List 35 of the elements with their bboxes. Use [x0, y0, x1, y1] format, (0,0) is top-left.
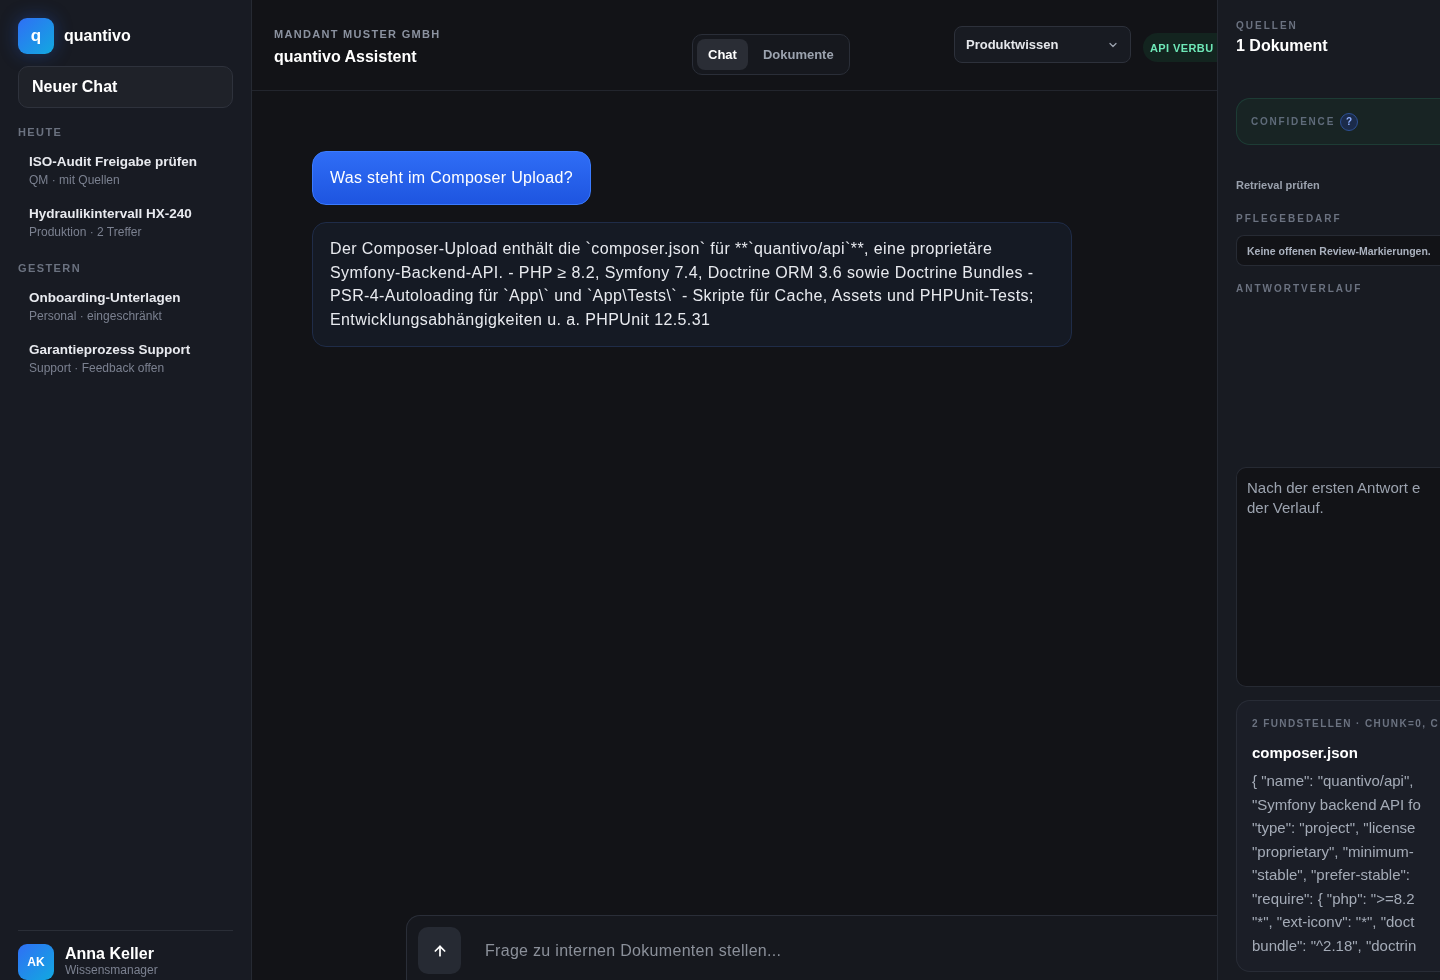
confidence-label: CONFIDENCE: [1251, 116, 1336, 127]
user-avatar: AK: [18, 944, 54, 980]
help-marker[interactable]: ?: [1340, 112, 1359, 131]
section-label: PFLEGEBEDARF: [1236, 213, 1343, 225]
brand-name: quantivo: [64, 27, 131, 45]
section-label: ANTWORTVERLAUF: [1236, 283, 1364, 295]
assistant-title: quantivo Assistent: [274, 47, 418, 67]
retrieval-link[interactable]: Retrieval prüfen: [1236, 179, 1320, 192]
send-button[interactable]: [418, 927, 461, 974]
panel-label: QUELLEN: [1236, 20, 1299, 32]
history-note: Nach der ersten Antwort e der Verlauf.: [1236, 467, 1440, 687]
tenant-name: MANDANT MUSTER GMBH: [274, 28, 442, 41]
tab[interactable]: Dokumente: [751, 39, 845, 70]
message-input[interactable]: Frage zu internen Dokumenten stellen...: [483, 927, 903, 974]
source-snippet: { "name": "quantivo/api", "Symfony backend API fo "type": "project", "license "proprietary", "minimum- "stable", "prefer-stable": "require": { "php": ">=8.2 "*", "ext-iconv": "*", "doct bundle": "^2.18", "doctrin: [1252, 771, 1422, 956]
assistant-message: Der Composer-Upload enthält die `composer.json` für **`quantivo/api`**, eine proprietäre Symfony-Backend-API. - PHP ≥ 8.2, Symfony 7.4, Doctrine ORM 3.6 sowie Doctrine Bundles - PSR-4-Autoloading für `App\` und `App\Tests\` - Skripte für Cache, Assets und PHPUnit-Tests; Entwicklungsabhängigkeiten u. a. PHPUnit 12.5.31: [312, 222, 1072, 347]
source-title: composer.json: [1252, 744, 1359, 762]
chat-history-item[interactable]: Garantieprozess Support Support · Feedback offen: [18, 334, 233, 383]
source-meta: 2 FUNDSTELLEN · CHUNK=0, C: [1252, 718, 1440, 730]
chat-history-item[interactable]: Onboarding-Unterlagen Personal · eingeschränkt: [18, 282, 233, 331]
user-role: Wissensmanager: [65, 963, 158, 978]
user-message: Was steht im Composer Upload?: [312, 151, 591, 205]
chat-history-item[interactable]: Hydraulikintervall HX-240 Produktion · 2 Treffer: [18, 198, 233, 247]
message-field[interactable]: Frage zu internen Dokumenten stellen...: [406, 915, 1217, 980]
brand-logo: q: [18, 18, 54, 54]
document-count: 1 Dokument: [1236, 36, 1329, 56]
knowledge-select[interactable]: Produktwissen: [954, 26, 1131, 63]
section-label: HEUTE: [18, 126, 64, 138]
chat-history-item[interactable]: ISO-Audit Freigabe prüfen QM · mit Quellen: [18, 146, 233, 195]
new-chat-button[interactable]: Neuer Chat: [18, 66, 233, 108]
tab[interactable]: Chat: [697, 39, 748, 70]
status-badge: API VERBU: [1143, 33, 1217, 62]
user-name: Anna Keller: [65, 944, 155, 963]
section-label: GESTERN: [18, 262, 82, 274]
review-note: Keine offenen Review-Markierungen.: [1236, 235, 1440, 266]
